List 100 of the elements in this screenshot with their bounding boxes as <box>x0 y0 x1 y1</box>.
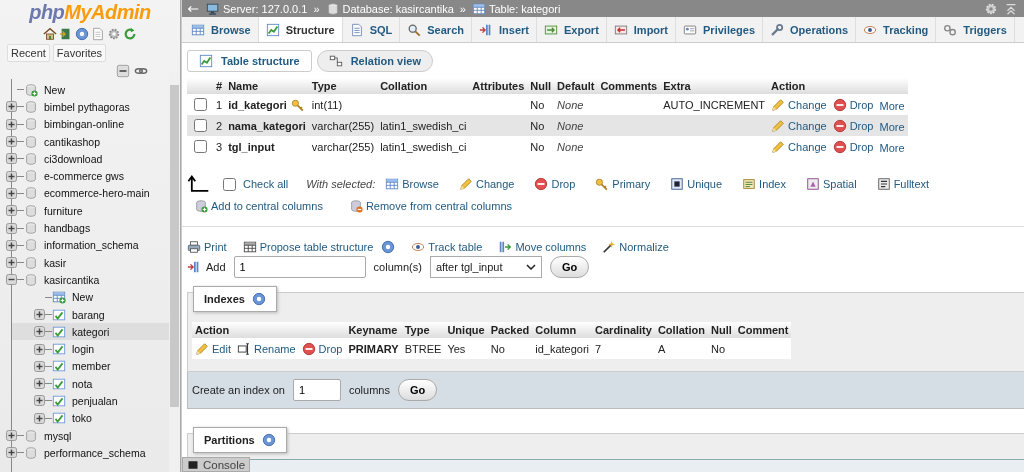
breadcrumb-link[interactable]: Server: 127.0.0.1 <box>223 2 308 15</box>
bulk-action-link[interactable]: Browse <box>385 177 439 191</box>
action-link[interactable]: Change <box>771 97 827 112</box>
bulk-action-link[interactable]: Spatial <box>806 177 857 191</box>
sidebar-tab[interactable]: Favorites <box>52 44 107 62</box>
expand-icon[interactable] <box>6 153 17 165</box>
column-header[interactable]: Null <box>707 322 735 338</box>
expand-icon[interactable] <box>6 239 17 251</box>
column-header[interactable]: Packed <box>487 322 533 338</box>
tool-link[interactable]: Propose table structure <box>242 240 374 254</box>
action-link[interactable]: Drop <box>832 97 874 112</box>
tree-item[interactable]: performance_schema <box>0 444 169 462</box>
position-dropdown[interactable]: after tgl_input <box>429 256 542 278</box>
console-tab[interactable]: Console <box>182 457 251 472</box>
tab[interactable]: Browse <box>184 17 259 42</box>
column-header[interactable]: Attributes <box>469 78 528 94</box>
tree-item[interactable]: New <box>0 81 169 99</box>
tree-item[interactable]: e-commerce gws <box>0 167 169 185</box>
column-header[interactable]: Collation <box>654 322 708 338</box>
column-header[interactable]: Comment <box>734 322 792 338</box>
tab[interactable]: Structure <box>258 17 343 42</box>
row-checkbox[interactable] <box>194 140 207 153</box>
tab[interactable]: Search <box>400 17 472 42</box>
tab[interactable]: Export <box>536 17 607 42</box>
action-link[interactable]: Rename <box>236 341 296 356</box>
check-all-checkbox[interactable] <box>223 177 236 191</box>
row-checkbox[interactable] <box>194 98 207 111</box>
tree-item[interactable]: cantikashop <box>0 132 169 151</box>
expand-icon[interactable] <box>6 101 17 113</box>
breadcrumb-link[interactable]: Table: kategori <box>488 2 561 15</box>
tab[interactable]: Operations <box>763 17 857 42</box>
go-button[interactable]: Go <box>397 379 438 401</box>
tree-item[interactable]: mysql <box>0 426 169 445</box>
expand-icon[interactable] <box>6 170 17 182</box>
bulk-action-link[interactable]: Unique <box>670 177 723 191</box>
expand-icon[interactable] <box>6 222 17 234</box>
expand-icon[interactable] <box>34 412 45 424</box>
column-header[interactable]: Keyname <box>345 322 402 338</box>
expand-icon[interactable] <box>34 309 45 320</box>
tree-item[interactable]: bimbel pythagoras <box>0 98 169 116</box>
sidebar-tab[interactable]: Recent <box>7 44 50 62</box>
column-count-field[interactable]: 1 <box>233 256 366 278</box>
logo[interactable]: phpMyAdmin <box>29 0 151 24</box>
expand-icon[interactable] <box>6 430 17 442</box>
collapse-icon[interactable] <box>6 274 17 286</box>
expand-icon[interactable] <box>6 187 17 199</box>
expand-icon[interactable] <box>6 136 17 148</box>
tab[interactable]: Import <box>606 17 677 42</box>
tool-link[interactable]: Track table <box>411 240 483 254</box>
column-header[interactable]: Default <box>554 78 598 94</box>
tree-item[interactable]: login <box>12 340 169 358</box>
tree-item[interactable]: kategori <box>12 323 169 341</box>
action-link[interactable]: Drop <box>301 341 343 356</box>
tree-item[interactable]: kasircantika <box>0 271 169 289</box>
expand-icon[interactable] <box>6 118 17 130</box>
tree-item[interactable]: barang <box>12 305 169 324</box>
tree-item[interactable]: member <box>12 357 169 376</box>
check-all-link[interactable]: Check all <box>243 178 289 190</box>
column-header[interactable]: Extra <box>660 78 769 94</box>
expand-icon[interactable] <box>34 378 45 390</box>
tree-item[interactable]: toko <box>12 409 169 427</box>
tab[interactable]: Privileges <box>676 17 763 42</box>
subtab[interactable]: Table structure <box>187 50 312 72</box>
subtab[interactable]: Relation view <box>316 50 433 72</box>
central-columns-link[interactable]: Remove from central columns <box>348 199 512 213</box>
tree-item[interactable]: ci3download <box>0 150 169 168</box>
column-header[interactable]: Column <box>532 322 593 338</box>
expand-icon[interactable] <box>34 343 45 355</box>
central-columns-link[interactable]: Add to central columns <box>194 199 323 213</box>
index-columns-field[interactable]: 1 <box>292 379 341 401</box>
bulk-action-link[interactable]: Primary <box>595 177 651 191</box>
expand-icon[interactable] <box>6 447 17 459</box>
expand-icon[interactable] <box>34 360 45 372</box>
row-checkbox[interactable] <box>194 119 207 132</box>
tree-item[interactable]: handbags <box>0 219 169 237</box>
tab[interactable]: Tracking <box>856 17 937 42</box>
column-header[interactable]: Collation <box>377 78 470 94</box>
tree-item[interactable]: ecommerce-hero-main <box>0 184 169 203</box>
bulk-action-link[interactable]: Drop <box>534 177 576 191</box>
bulk-action-link[interactable]: Change <box>458 177 515 191</box>
column-header[interactable]: Action <box>192 322 346 338</box>
action-link[interactable]: More <box>879 121 905 133</box>
column-header[interactable]: Comments <box>597 78 661 94</box>
action-link[interactable]: More <box>879 142 905 154</box>
action-link[interactable]: More <box>879 100 905 112</box>
tab[interactable]: SQL <box>342 17 401 42</box>
expand-icon[interactable] <box>6 205 17 217</box>
action-link[interactable]: Drop <box>832 139 874 154</box>
column-header[interactable]: Action <box>768 78 908 94</box>
expand-icon[interactable] <box>34 395 45 407</box>
action-link[interactable]: Change <box>771 118 827 133</box>
column-header[interactable]: Null <box>527 78 555 94</box>
expand-icon[interactable] <box>34 326 45 338</box>
action-link[interactable]: Change <box>771 139 827 154</box>
expand-icon[interactable] <box>6 257 17 269</box>
tree-item[interactable]: kasir <box>0 253 169 272</box>
tool-link[interactable]: Print <box>187 240 227 254</box>
tool-link[interactable]: Move columns <box>498 240 587 254</box>
tree-item[interactable]: information_schema <box>0 236 169 254</box>
column-header[interactable]: Type <box>401 322 445 338</box>
